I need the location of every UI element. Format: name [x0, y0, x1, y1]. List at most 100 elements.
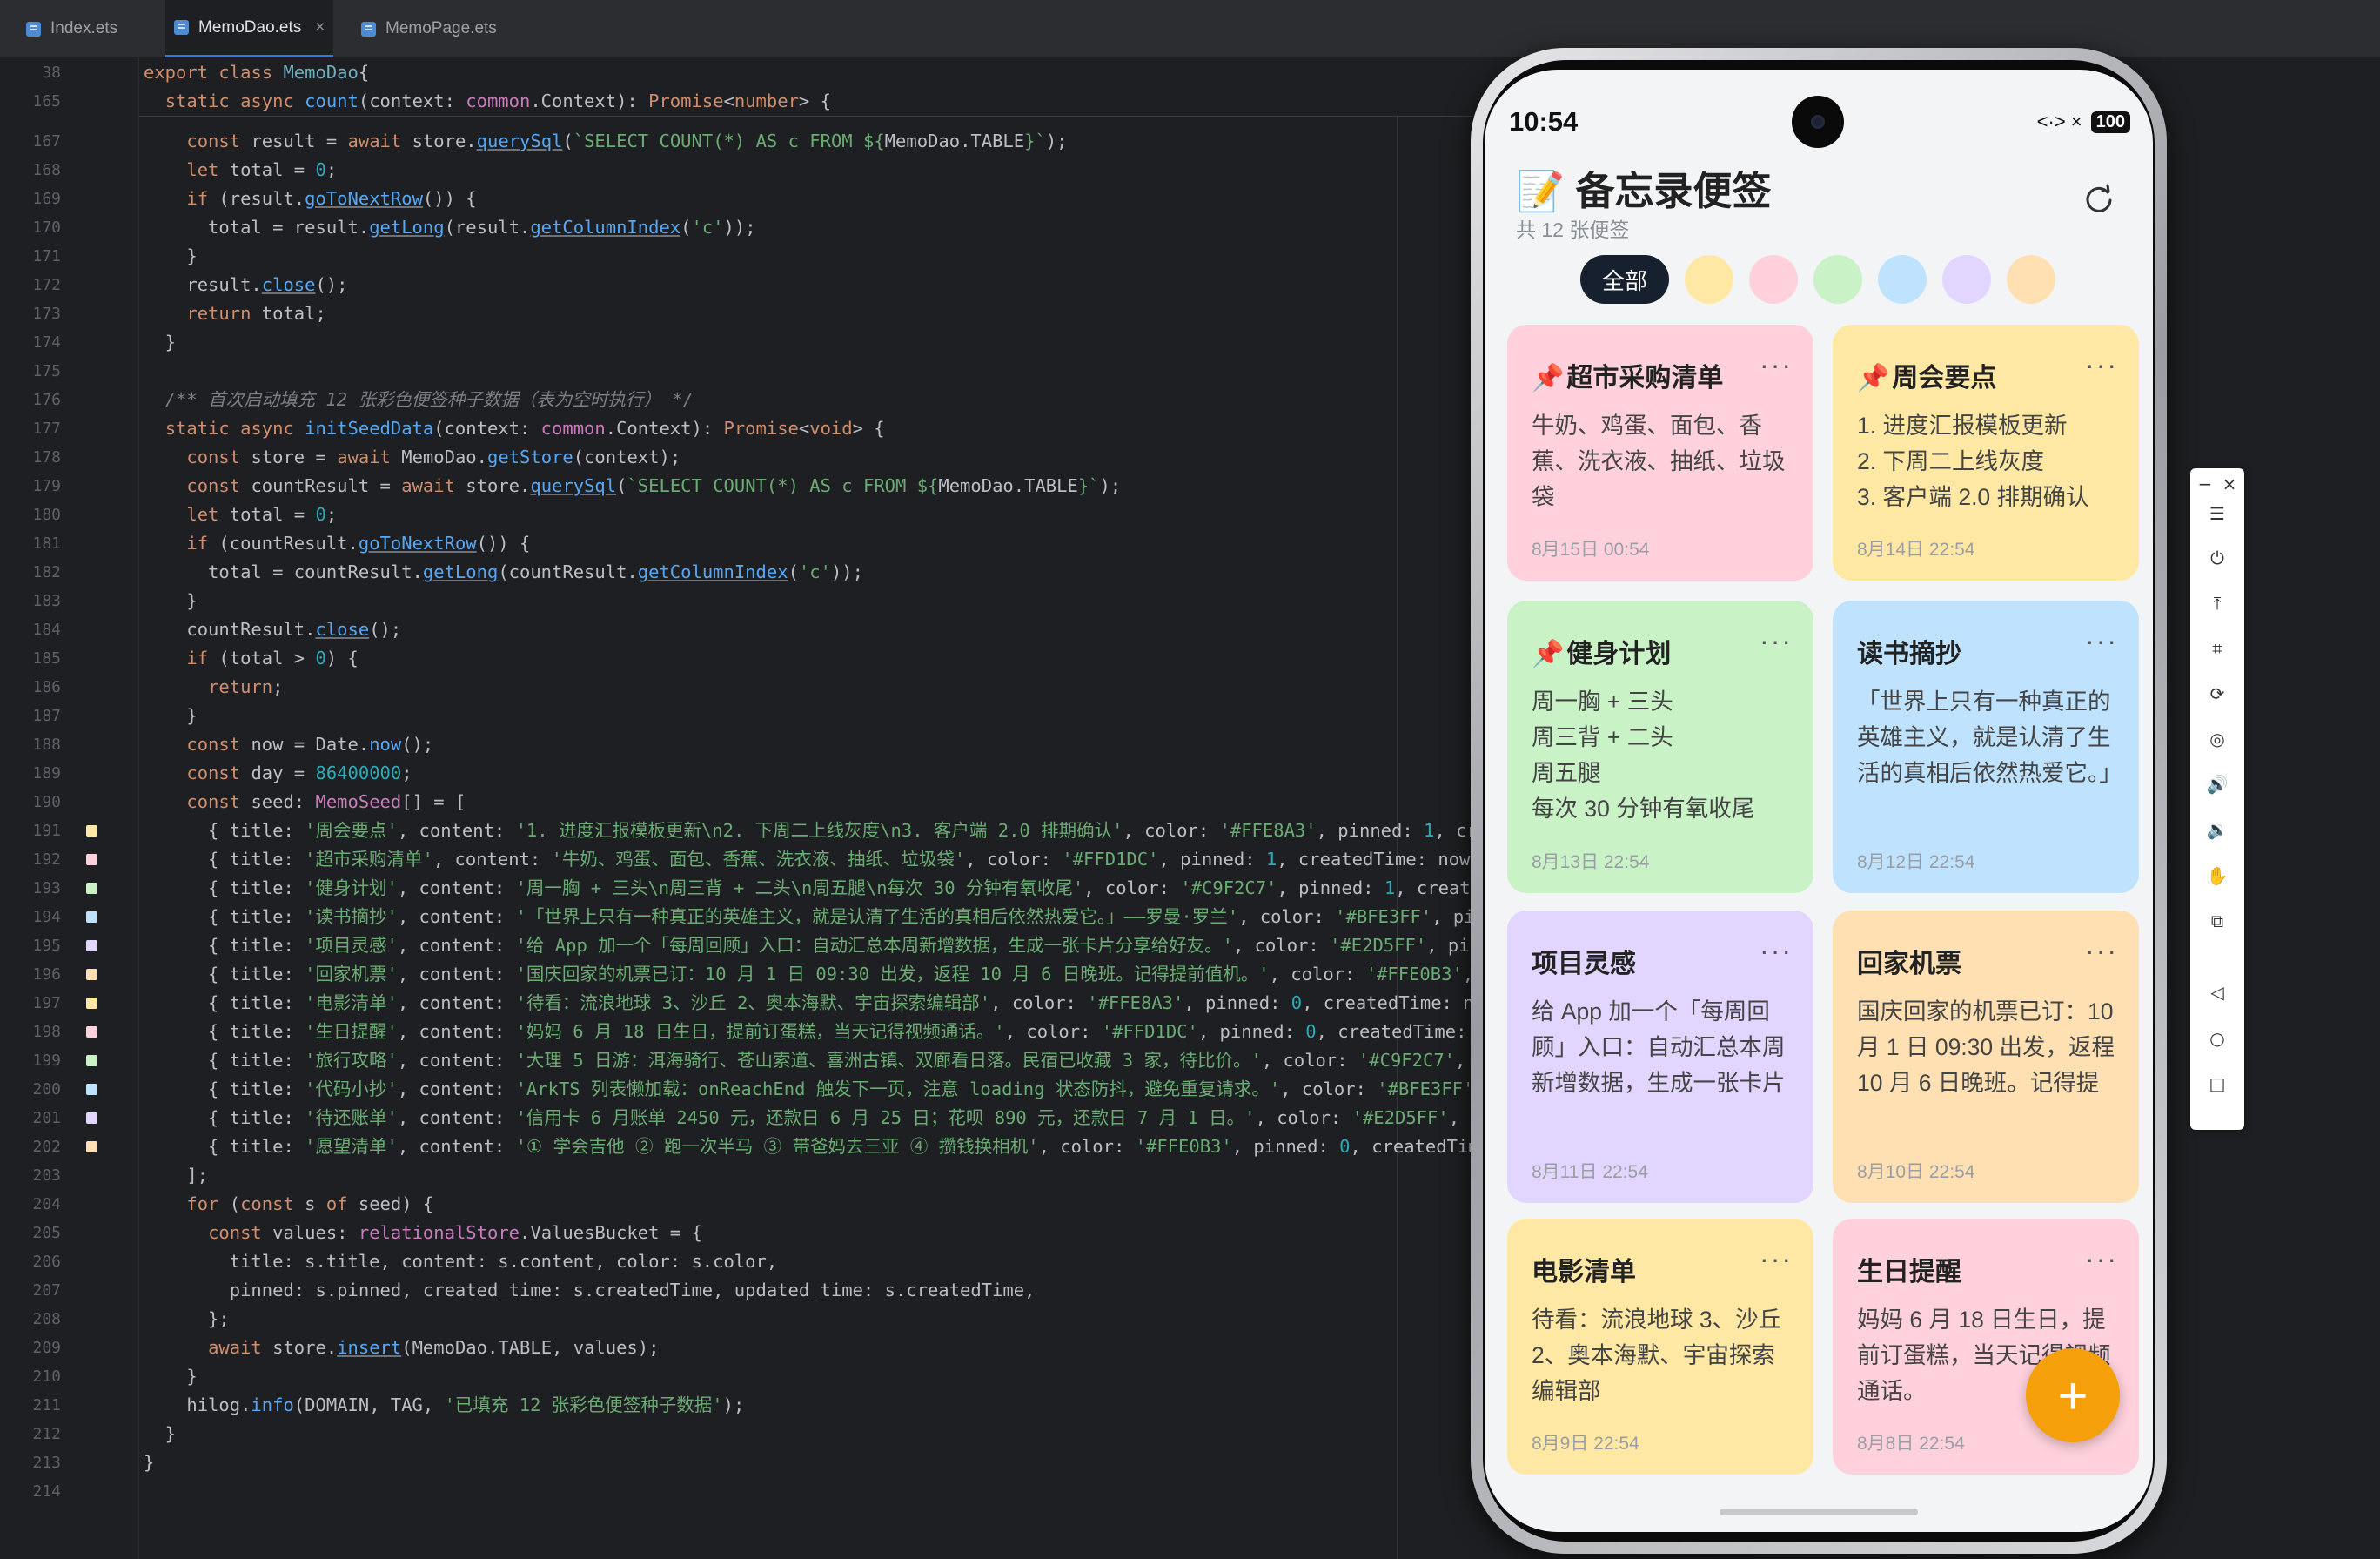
memo-card[interactable]: 📌 健身计划 ··· 周一胸 + 三头 周三背 + 二头 周五腿 每次 30 分钟有氧…: [1507, 601, 1813, 893]
recents-icon[interactable]: □: [2190, 1073, 2244, 1094]
more-icon[interactable]: ···: [2085, 1243, 2118, 1275]
memo-card[interactable]: 回家机票 ··· 国庆回家的机票已订：10 月 1 日 09:30 出发，返程 10…: [1833, 911, 2139, 1203]
color-filter-dot[interactable]: [1878, 255, 1927, 304]
memo-card-date: 8月11日 22:54: [1532, 1162, 1648, 1182]
more-icon[interactable]: ···: [1760, 1243, 1793, 1275]
volume-down-icon[interactable]: 🔉: [2190, 819, 2244, 840]
back-icon[interactable]: ◁: [2190, 982, 2244, 1003]
color-filter-dot[interactable]: [1749, 255, 1799, 304]
add-memo-button[interactable]: +: [2026, 1348, 2120, 1442]
code-line: static async count(context: common.Conte…: [144, 87, 831, 116]
color-swatch-icon[interactable]: [86, 1055, 97, 1066]
code-token: now: [369, 734, 402, 755]
gesture-icon[interactable]: ✋: [2190, 865, 2244, 886]
code-token: result.: [144, 274, 262, 295]
code-token: '#E2D5FF': [1330, 935, 1427, 956]
color-filter-dot[interactable]: [1685, 255, 1734, 304]
memo-card[interactable]: 读书摘抄 ··· 「世界上只有一种真正的英雄主义，就是认清了生活的真相后依然热爱它。…: [1833, 601, 2139, 893]
code-token: , color:: [1083, 877, 1181, 898]
more-icon[interactable]: ···: [1760, 625, 1793, 657]
code-token: '#BFE3FF': [1335, 906, 1432, 927]
color-swatch-icon[interactable]: [86, 1084, 97, 1095]
memo-card-title: 📌 超市采购清单: [1532, 356, 1723, 394]
memo-card[interactable]: 电影清单 ··· 待看：流浪地球 3、沙丘 2、奥本海默、宇宙探索编辑部 8月9日 2…: [1507, 1219, 1813, 1475]
color-swatch-icon[interactable]: [86, 825, 97, 837]
tab-memopage-ets[interactable]: MemoPage.ets: [361, 0, 497, 57]
code-token: ));: [830, 561, 863, 582]
color-swatch-icon[interactable]: [86, 1026, 97, 1038]
close-icon[interactable]: ×: [315, 18, 325, 37]
code-token: , createdTime: now -: [1302, 992, 1479, 1013]
more-icon[interactable]: ···: [2085, 349, 2118, 381]
color-filter-dot[interactable]: [1942, 255, 1992, 304]
code-token: (countResult.: [498, 561, 638, 582]
more-icon[interactable]: ···: [2085, 625, 2118, 657]
color-swatch-icon[interactable]: [86, 998, 97, 1009]
tab-index-ets[interactable]: Index.ets: [26, 0, 117, 57]
code-editor[interactable]: 167 const result = await store.querySql(…: [0, 57, 1479, 1559]
code-token: Promise: [648, 91, 724, 111]
code-line: { title: '超市采购清单', content: '牛奶、鸡蛋、面包、香蕉…: [144, 845, 1479, 874]
memo-card[interactable]: 项目灵感 ··· 给 App 加一个「每周回顾」入口：自动汇总本周新增数据，生成一张…: [1507, 911, 1813, 1203]
color-swatch-icon[interactable]: [86, 969, 97, 980]
refresh-icon[interactable]: [2082, 183, 2116, 218]
code-token: , content:: [397, 906, 516, 927]
more-icon[interactable]: ···: [2085, 935, 2118, 967]
code-line: }: [144, 1362, 197, 1391]
memo-card-title: 回家机票: [1857, 942, 1961, 980]
menu-icon[interactable]: ☰: [2190, 503, 2244, 524]
file-icon: [174, 20, 189, 35]
color-filter-dot[interactable]: [1813, 255, 1863, 304]
memo-card[interactable]: 📌 周会要点 ··· 1. 进度汇报模板更新 2. 下周二上线灰度 3. 客户端 2.…: [1833, 325, 2139, 581]
memo-card-date: 8月12日 22:54: [1857, 852, 1975, 872]
home-icon[interactable]: ○: [2190, 1028, 2244, 1049]
more-icon[interactable]: ···: [1760, 935, 1793, 967]
rotate-icon[interactable]: ⟳: [2190, 683, 2244, 704]
code-token: 0: [1339, 1136, 1351, 1157]
page-title: 📝 备忘录便签: [1516, 159, 1772, 216]
code-token: 'c': [798, 561, 831, 582]
color-swatch-icon[interactable]: [86, 1112, 97, 1124]
crop-icon[interactable]: ⌗: [2190, 638, 2244, 659]
color-swatch-icon[interactable]: [86, 854, 97, 865]
pin-top-icon[interactable]: ⤒: [2190, 593, 2244, 614]
home-indicator[interactable]: [1720, 1509, 1918, 1515]
memo-card-content: 牛奶、鸡蛋、面包、香蕉、洗衣液、抽纸、垃圾袋: [1532, 413, 1786, 510]
color-swatch-icon[interactable]: [86, 883, 97, 894]
line-number: 187: [32, 707, 61, 725]
memo-card[interactable]: 📌 超市采购清单 ··· 牛奶、鸡蛋、面包、香蕉、洗衣液、抽纸、垃圾袋 8月15日 00…: [1507, 325, 1813, 581]
color-swatch-icon[interactable]: [86, 1141, 97, 1152]
more-icon[interactable]: ···: [1760, 349, 1793, 381]
power-icon[interactable]: ⏻: [2190, 548, 2244, 568]
line-number: 205: [32, 1224, 61, 1242]
line-number: 196: [32, 965, 61, 984]
code-token: const: [186, 791, 251, 812]
color-swatch-icon[interactable]: [86, 940, 97, 951]
tab-memodao-ets[interactable]: MemoDao.ets ×: [165, 0, 334, 57]
code-line: let total = 0;: [144, 501, 337, 529]
code-token: (DOMAIN, TAG,: [293, 1394, 445, 1415]
code-token: '代码小抄': [305, 1079, 398, 1099]
code-token: count: [305, 91, 359, 111]
color-swatch-icon[interactable]: [86, 911, 97, 923]
code-token: (countResult.: [218, 533, 359, 554]
code-line: }: [144, 242, 197, 271]
code-token: info: [251, 1394, 294, 1415]
multi-window-icon[interactable]: ⧉: [2190, 911, 2244, 931]
minimize-icon[interactable]: −: [2194, 474, 2216, 494]
phone-screen[interactable]: 10:54 <·> × 100 📝 备忘录便签 共 12 张便签 全部 📌 超市采…: [1485, 70, 2153, 1532]
screenshot-icon[interactable]: ◎: [2190, 729, 2244, 749]
close-icon[interactable]: ×: [2218, 474, 2241, 494]
line-number: 201: [32, 1109, 61, 1127]
code-token: pinned: s.pinned, created_time: s.create…: [144, 1280, 1036, 1300]
line-number: 177: [32, 420, 61, 438]
filter-all-chip[interactable]: 全部: [1580, 255, 1670, 304]
color-filter-dot[interactable]: [2007, 255, 2056, 304]
code-line: static async initSeedData(context: commo…: [144, 414, 885, 443]
volume-up-icon[interactable]: 🔊: [2190, 774, 2244, 795]
